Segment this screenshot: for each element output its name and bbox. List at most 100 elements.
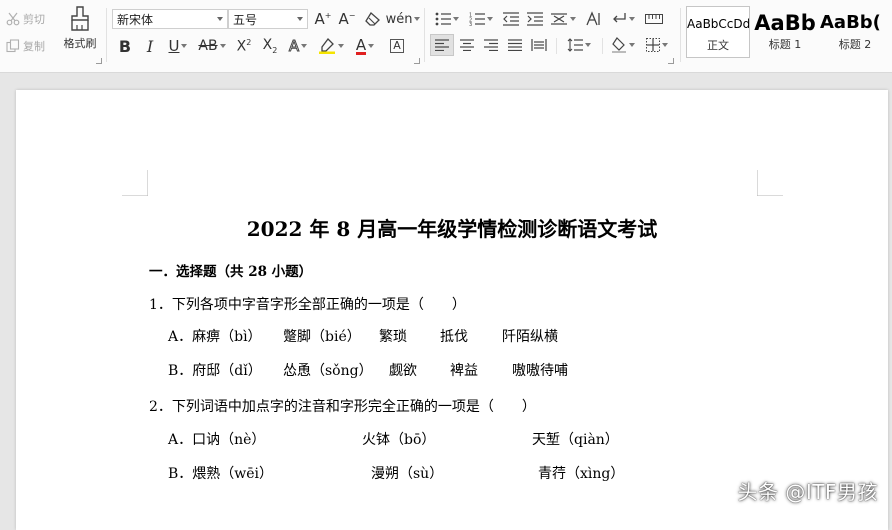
- copy-button[interactable]: 复制: [6, 38, 45, 54]
- shrink-font-icon: A−: [338, 10, 356, 28]
- font-family-select[interactable]: 新宋体: [112, 9, 228, 29]
- bold-button[interactable]: B: [114, 35, 136, 57]
- style-normal-preview: AaBbCcDd: [687, 17, 749, 31]
- character-border-button[interactable]: A: [386, 35, 408, 57]
- clipboard-dialog-launcher[interactable]: [96, 58, 102, 64]
- option-item: 裨益: [450, 363, 478, 379]
- line-spacing-button[interactable]: [564, 34, 594, 56]
- format-painter-label: 格式刷: [63, 37, 97, 50]
- chevron-down-icon: [219, 44, 226, 48]
- align-right-icon: [484, 39, 498, 51]
- strikethrough-button[interactable]: AB: [196, 35, 228, 57]
- style-normal-label: 正文: [707, 39, 729, 52]
- numbering-button[interactable]: 123: [466, 8, 496, 30]
- format-painter-button[interactable]: 格式刷: [62, 6, 98, 51]
- decrease-indent-button[interactable]: [500, 8, 522, 30]
- paragraph-group: 123: [426, 0, 678, 70]
- separator: [424, 8, 425, 62]
- option-item: 阡陌纵横: [502, 329, 558, 345]
- option-item: 青荇（xìng）: [538, 466, 625, 482]
- bold-icon: B: [118, 36, 132, 56]
- tab-ruler-button[interactable]: [642, 8, 666, 30]
- document-title: 2022 年 8 月高一年级学情检测诊断语文考试: [246, 217, 658, 241]
- borders-button[interactable]: [642, 34, 672, 56]
- distributed-icon: [531, 39, 547, 51]
- shrink-font-button[interactable]: A−: [336, 8, 358, 30]
- bullet-list-icon: [435, 12, 451, 26]
- line-break-button[interactable]: [608, 8, 638, 30]
- cut-label: 剪切: [23, 13, 45, 26]
- align-center-icon: [460, 39, 474, 51]
- clipboard-group: 剪切 复制 格式刷: [0, 0, 104, 70]
- italic-icon: I: [146, 36, 154, 56]
- bullets-button[interactable]: [432, 8, 462, 30]
- justify-button[interactable]: [504, 34, 526, 56]
- section-heading: 一．选择题（共 28 小题）: [149, 264, 313, 280]
- clear-format-button[interactable]: [362, 8, 384, 30]
- align-right-button[interactable]: [480, 34, 502, 56]
- line-spacing-icon: [567, 38, 583, 52]
- font-size-select[interactable]: 五号: [228, 9, 308, 29]
- style-heading-2-label: 标题 2: [838, 38, 872, 51]
- style-heading-1[interactable]: AaBb 标题 1: [752, 6, 818, 58]
- option-item: B．府邸（dǐ）: [168, 363, 262, 379]
- text-direction-button[interactable]: [582, 8, 604, 30]
- option-item: 觑欲: [389, 363, 417, 379]
- underline-icon: U: [168, 37, 180, 55]
- text-effect-button[interactable]: A: [284, 35, 312, 57]
- font-color-icon: A: [355, 35, 367, 55]
- ribbon-toolbar: 剪切 复制 格式刷 新宋体 五号 A+ A− wén B I U AB X2 X…: [0, 0, 892, 73]
- copy-icon: [6, 39, 20, 53]
- strikethrough-icon: AB: [198, 38, 218, 54]
- increase-indent-icon: [527, 12, 543, 26]
- subscript-button[interactable]: X2: [258, 35, 282, 57]
- align-left-icon: [435, 39, 449, 51]
- align-left-button[interactable]: [430, 34, 454, 56]
- font-color-button[interactable]: A: [350, 35, 380, 57]
- style-heading-2[interactable]: AaBb( 标题 2: [818, 6, 892, 58]
- option-item: 繁琐: [379, 329, 407, 345]
- styles-gallery: AaBbCcDd 正文 AaBb 标题 1 AaBb( 标题 2: [684, 6, 892, 60]
- font-dialog-launcher[interactable]: [414, 58, 420, 64]
- option-item: A．麻痹（bì）: [168, 329, 262, 345]
- chevron-down-icon: [297, 17, 303, 21]
- phonetic-guide-button[interactable]: wén: [386, 8, 421, 30]
- justify-icon: [508, 39, 522, 51]
- chevron-down-icon: [414, 17, 421, 21]
- chevron-down-icon: [629, 43, 635, 47]
- underline-button[interactable]: U: [164, 35, 192, 57]
- highlight-button[interactable]: [316, 35, 346, 57]
- source-watermark: 头条 @ITF男孩: [737, 480, 878, 504]
- question-2-option-a: A．口讷（nè） 火钵（bō） 天堑（qiàn）: [168, 429, 648, 449]
- style-normal[interactable]: AaBbCcDd 正文: [686, 6, 750, 58]
- option-item: 抵伐: [440, 329, 468, 345]
- superscript-button[interactable]: X2: [232, 35, 256, 57]
- grow-font-button[interactable]: A+: [312, 8, 334, 30]
- paint-bucket-icon: [612, 37, 626, 53]
- document-page[interactable]: 2022 年 8 月高一年级学情检测诊断语文考试 一．选择题（共 28 小题） …: [16, 90, 888, 530]
- option-item: 嗷嗷待哺: [512, 363, 568, 379]
- cut-button[interactable]: 剪切: [6, 11, 45, 27]
- shading-button[interactable]: [608, 34, 638, 56]
- chevron-down-icon: [301, 44, 308, 48]
- chinese-layout-button[interactable]: [548, 8, 578, 30]
- paragraph-dialog-launcher[interactable]: [668, 58, 674, 64]
- option-item: 怂恿（sǒng）: [283, 363, 373, 379]
- distributed-button[interactable]: [528, 34, 550, 56]
- separator: [602, 38, 603, 54]
- question-2-stem: 2．下列词语中加点字的注音和字形完全正确的一项是（ ）: [149, 399, 536, 415]
- grow-font-icon: A+: [314, 10, 332, 28]
- highlighter-icon: [319, 38, 335, 54]
- line-break-icon: [613, 13, 626, 23]
- svg-text:3: 3: [469, 22, 472, 26]
- font-size-value: 五号: [233, 12, 258, 27]
- superscript-icon: X2: [236, 37, 252, 55]
- question-2-option-b: B．煨熟（wēi） 漫朔（sù） 青荇（xìng）: [168, 463, 648, 483]
- scissors-icon: [6, 12, 20, 26]
- align-center-button[interactable]: [456, 34, 478, 56]
- chevron-down-icon: [368, 44, 375, 48]
- italic-button[interactable]: I: [139, 35, 161, 57]
- increase-indent-button[interactable]: [524, 8, 546, 30]
- borders-icon: [646, 38, 660, 52]
- chevron-down-icon: [217, 17, 223, 21]
